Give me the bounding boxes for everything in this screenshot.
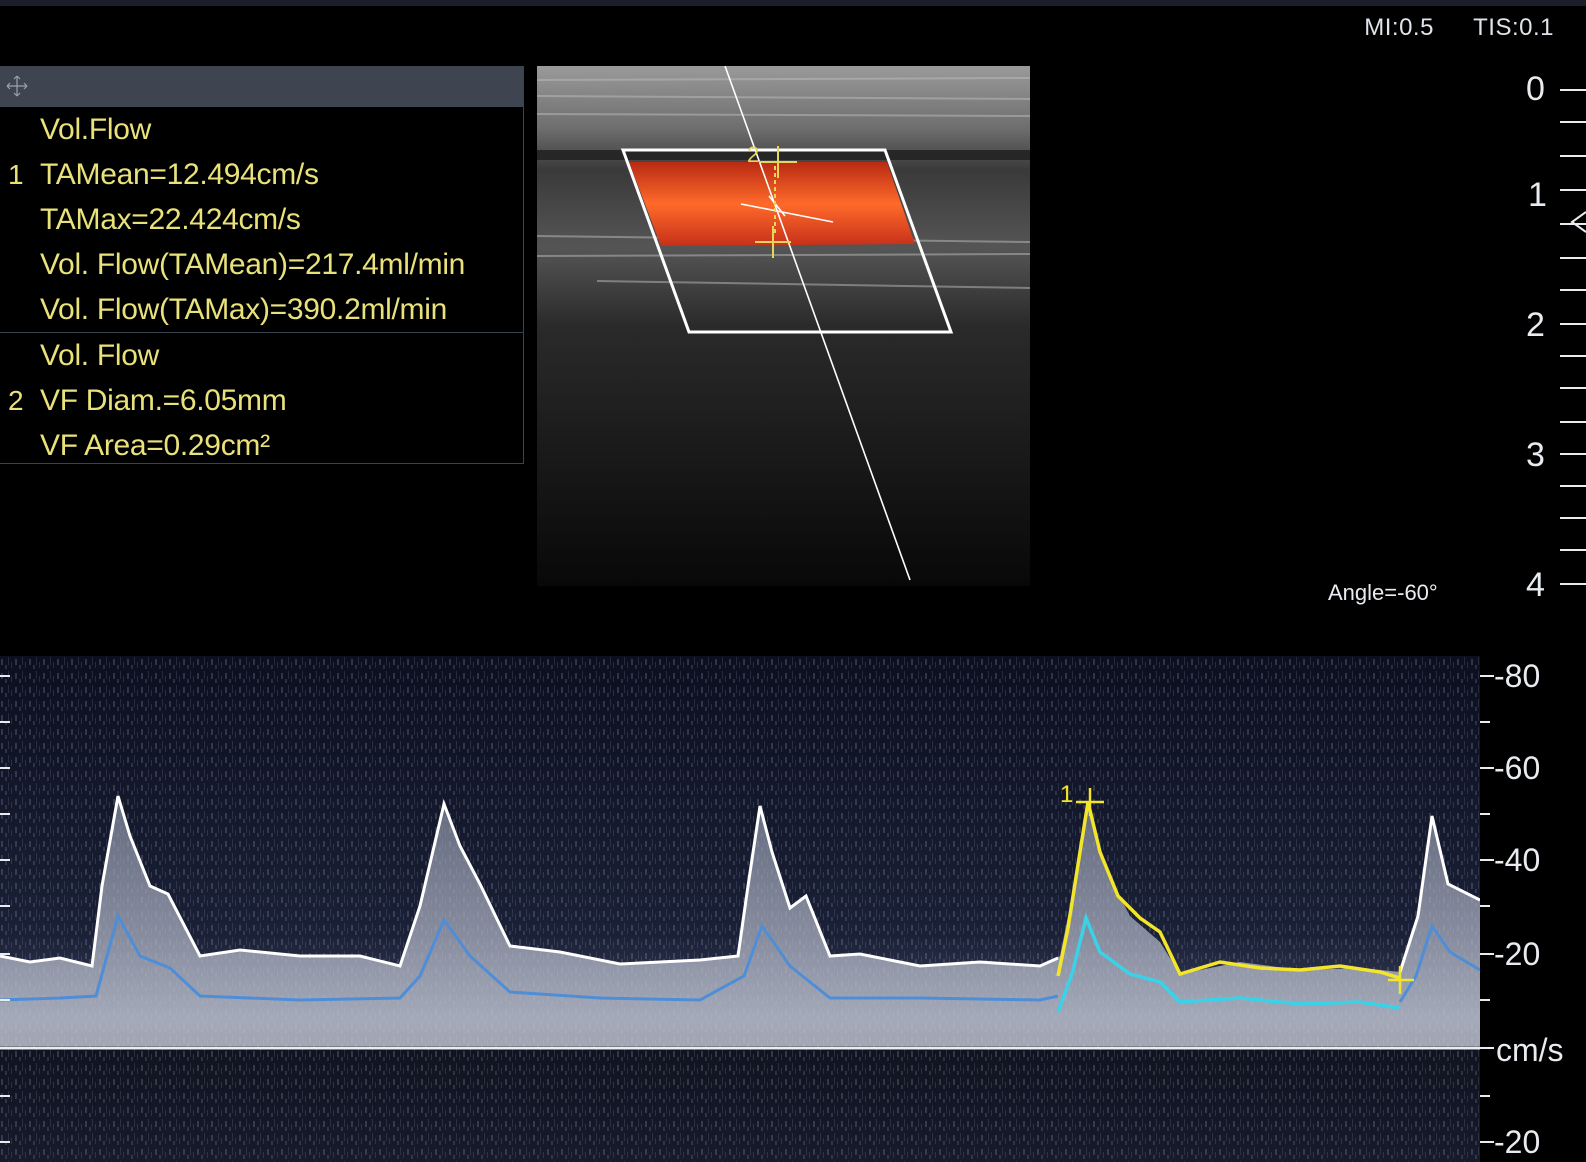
measurement-group-2: Vol. Flow 2 VF Diam.=6.05mm VF Area=0.29… [0, 332, 523, 468]
mi-value: MI:0.5 [1364, 14, 1434, 41]
depth-scale: 0 1 2 3 4 [1440, 60, 1586, 620]
depth-label-2: 2 [1526, 306, 1545, 344]
measurement-group-1: Vol.Flow 1 TAMean=12.494cm/s TAMax=22.42… [0, 107, 523, 332]
vf-area: VF Area=0.29cm² [40, 429, 270, 462]
measurement-number: 1 [8, 159, 24, 190]
velocity-label-20: -20 [1494, 936, 1541, 972]
depth-label-3: 3 [1526, 436, 1545, 474]
measurement-row: 2 VF Diam.=6.05mm [0, 378, 523, 423]
vol-flow-tamax: Vol. Flow(TAMax)=390.2ml/min [40, 293, 448, 326]
velocity-scale: -80 -60 -40 -20 cm/s -20 [1470, 656, 1586, 1162]
doppler-angle: Angle=-60° [1328, 580, 1438, 605]
depth-label-4: 4 [1526, 566, 1545, 604]
velocity-unit: cm/s [1496, 1032, 1564, 1068]
velocity-label-80: -80 [1494, 658, 1541, 694]
vf-diameter: VF Diam.=6.05mm [40, 384, 287, 417]
measurement-title: Vol. Flow [40, 339, 160, 372]
measurement-row: 1 TAMean=12.494cm/s [0, 152, 523, 197]
spectrum-caliper-label: 1 [1060, 781, 1073, 808]
safety-indices: MI:0.5 TIS:0.1 [1332, 14, 1554, 42]
vol-flow-tamean: Vol. Flow(TAMean)=217.4ml/min [40, 248, 466, 281]
ta-mean: TAMean=12.494cm/s [40, 158, 319, 191]
measurement-number: 2 [8, 385, 24, 416]
tis-value: TIS:0.1 [1473, 14, 1554, 41]
depth-label-1: 1 [1528, 176, 1547, 214]
velocity-label-neg-20: -20 [1494, 1124, 1541, 1160]
focus-marker-icon[interactable] [1570, 211, 1586, 233]
bmode-image[interactable]: 2 [537, 66, 1030, 586]
top-status-bar [0, 0, 1586, 6]
doppler-spectrum[interactable]: 1 [0, 656, 1480, 1162]
ta-max: TAMax=22.424cm/s [40, 203, 301, 236]
velocity-label-60: -60 [1494, 750, 1541, 786]
measurement-panel-header[interactable] [0, 67, 523, 107]
velocity-label-40: -40 [1494, 842, 1541, 878]
caliper-label: 2 [747, 142, 759, 167]
depth-label-0: 0 [1526, 70, 1545, 108]
measurement-panel[interactable]: Vol.Flow 1 TAMean=12.494cm/s TAMax=22.42… [0, 66, 524, 464]
move-icon[interactable] [6, 75, 28, 97]
measurement-title: Vol.Flow [40, 113, 151, 146]
